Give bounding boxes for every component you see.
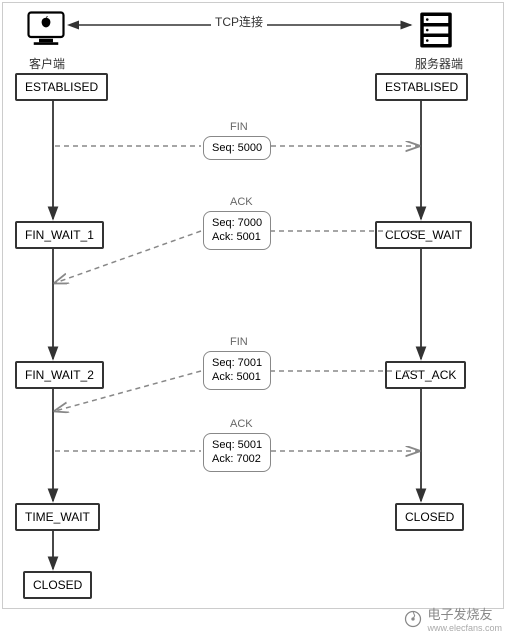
client-icon [25, 9, 67, 51]
watermark: 电子发烧友 www.elecfans.com [403, 604, 502, 633]
watermark-text: 电子发烧友 [427, 604, 502, 623]
msg3-box: Seq: 7001 Ack: 5001 [203, 351, 271, 390]
msg4-line2: Ack: 7002 [212, 453, 261, 465]
msg4-flag: ACK [228, 418, 255, 430]
client-state-time-wait: TIME_WAIT [15, 503, 100, 531]
tcp-close-diagram: TCP连接 客户端 服务器端 ESTABLISED FIN_WAIT_1 FIN… [2, 2, 504, 609]
client-state-fin-wait-1: FIN_WAIT_1 [15, 221, 104, 249]
msg1-line1: Seq: 5000 [212, 142, 262, 154]
msg3-line2: Ack: 5001 [212, 371, 261, 383]
tcp-connection-label: TCP连接 [211, 13, 267, 30]
client-label: 客户端 [29, 55, 65, 72]
msg2-line2: Ack: 5001 [212, 231, 261, 243]
server-state-closed: CLOSED [395, 503, 464, 531]
msg4-line1: Seq: 5001 [212, 439, 262, 451]
server-icon [415, 9, 457, 51]
client-state-fin-wait-2: FIN_WAIT_2 [15, 361, 104, 389]
msg1-box: Seq: 5000 [203, 136, 271, 160]
server-state-close-wait: CLOSE_WAIT [375, 221, 472, 249]
server-label: 服务器端 [415, 55, 463, 72]
msg1-flag: FIN [228, 121, 250, 133]
elecfans-logo-icon [403, 609, 423, 629]
client-state-closed: CLOSED [23, 571, 92, 599]
server-state-established: ESTABLISED [375, 73, 468, 101]
msg2-box: Seq: 7000 Ack: 5001 [203, 211, 271, 250]
msg2-flag: ACK [228, 196, 255, 208]
client-state-established: ESTABLISED [15, 73, 108, 101]
msg3-flag: FIN [228, 336, 250, 348]
msg2-line1: Seq: 7000 [212, 217, 262, 229]
server-state-last-ack: LAST_ACK [385, 361, 466, 389]
watermark-url: www.elecfans.com [427, 623, 502, 633]
msg3-line1: Seq: 7001 [212, 357, 262, 369]
msg4-box: Seq: 5001 Ack: 7002 [203, 433, 271, 472]
